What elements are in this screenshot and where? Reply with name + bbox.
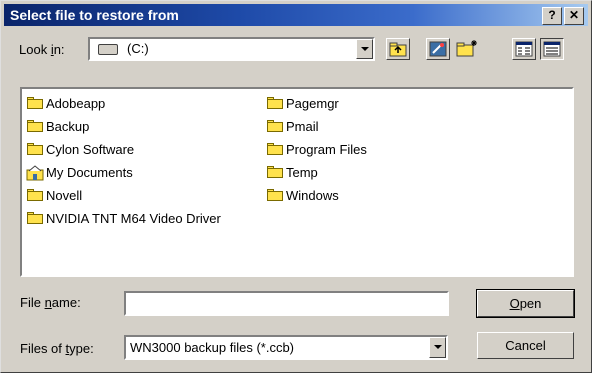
list-view-icon (515, 41, 533, 57)
folder-icon (266, 165, 284, 179)
list-item[interactable]: Pmail (266, 116, 319, 136)
dialog-window: Select file to restore from ? ✕ Look in:… (0, 0, 592, 373)
list-item-label: Backup (46, 118, 90, 134)
file-name-label: File name: (20, 295, 81, 310)
list-item-label: Temp (286, 164, 318, 180)
create-new-folder-button[interactable] (455, 38, 479, 60)
list-view-button[interactable] (512, 38, 536, 60)
new-folder-icon (456, 40, 477, 57)
look-in-value: (C:) (127, 41, 149, 56)
list-item[interactable]: Adobeapp (26, 93, 105, 113)
file-type-dropdown[interactable]: WN3000 backup files (*.ccb) (124, 335, 448, 360)
dialog-title: Select file to restore from (10, 7, 179, 23)
list-item-label: Adobeapp (46, 95, 106, 111)
folder-icon (26, 119, 44, 133)
files-of-type-label: Files of type: (20, 341, 94, 356)
folder-icon (26, 211, 44, 225)
list-item-label: Windows (286, 187, 339, 203)
list-item[interactable]: Backup (26, 116, 89, 136)
look-in-dropdown[interactable]: (C:) (88, 37, 375, 61)
go-to-desktop-button[interactable] (426, 38, 450, 60)
close-button[interactable]: ✕ (564, 7, 584, 25)
open-button[interactable]: Open (476, 289, 575, 318)
up-one-level-button[interactable] (386, 38, 410, 60)
chevron-down-icon[interactable] (356, 39, 373, 59)
chevron-down-icon[interactable] (429, 337, 446, 358)
list-item-label: My Documents (46, 164, 133, 180)
details-view-button[interactable] (540, 38, 564, 60)
hard-drive-icon (98, 44, 118, 55)
cancel-button[interactable]: Cancel (477, 332, 574, 359)
list-item[interactable]: Pagemgr (266, 93, 339, 113)
details-view-icon (543, 41, 561, 57)
list-item-label: NVIDIA TNT M64 Video Driver (46, 210, 221, 226)
file-name-input[interactable] (124, 291, 449, 316)
folder-icon (266, 188, 284, 202)
list-item[interactable]: Windows (266, 185, 339, 205)
look-in-label: Look in: (19, 42, 65, 57)
file-list[interactable]: Adobeapp Backup Cylon Software My Documents… (20, 87, 574, 277)
my-documents-icon (26, 165, 44, 181)
folder-icon (266, 142, 284, 156)
list-item[interactable]: Temp (266, 162, 318, 182)
list-item[interactable]: Program Files (266, 139, 367, 159)
desktop-icon (429, 41, 447, 57)
list-item[interactable]: NVIDIA TNT M64 Video Driver (26, 208, 221, 228)
folder-icon (26, 142, 44, 156)
list-item-label: Program Files (286, 141, 367, 157)
up-folder-icon (389, 42, 407, 57)
folder-icon (266, 96, 284, 110)
folder-icon (26, 96, 44, 110)
list-item[interactable]: Cylon Software (26, 139, 134, 159)
list-item-label: Cylon Software (46, 141, 135, 157)
file-type-value: WN3000 backup files (*.ccb) (130, 340, 295, 355)
list-item-label: Pagemgr (286, 95, 339, 111)
list-item-label: Novell (46, 187, 83, 203)
list-item[interactable]: Novell (26, 185, 82, 205)
folder-icon (266, 119, 284, 133)
list-item-label: Pmail (286, 118, 319, 134)
folder-icon (26, 188, 44, 202)
title-bar[interactable]: Select file to restore from ? ✕ (4, 4, 588, 26)
list-item[interactable]: My Documents (26, 162, 133, 182)
help-button[interactable]: ? (542, 7, 562, 25)
